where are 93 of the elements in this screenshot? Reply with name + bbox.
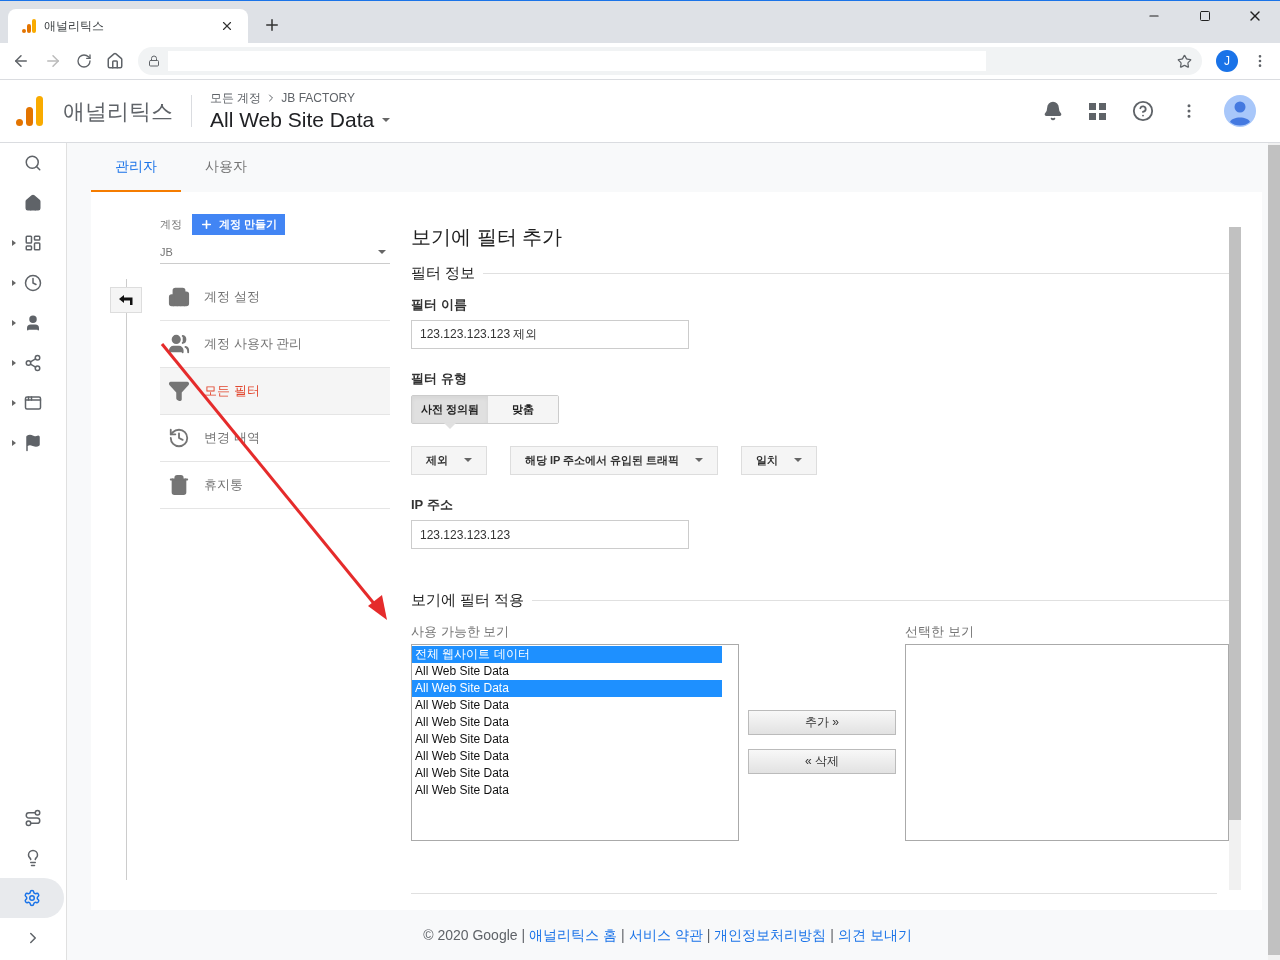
people-icon [168,333,190,355]
footer-link[interactable]: 개인정보처리방침 [714,924,827,946]
apps-grid-icon[interactable] [1089,102,1106,120]
expand-caret-icon[interactable] [12,400,16,406]
view-option[interactable]: All Web Site Data [412,748,722,765]
close-icon[interactable] [220,19,234,33]
dashboard-icon[interactable] [24,234,42,252]
maximize-icon[interactable] [1199,10,1211,22]
admin-tab[interactable]: 사용자 [181,143,271,192]
view-option[interactable]: All Web Site Data [412,765,722,782]
remove-button[interactable]: « 삭제 [748,748,896,774]
help-icon[interactable] [1132,100,1154,122]
field-label: IP 주소 [411,495,454,514]
view-option[interactable]: All Web Site Data [412,714,722,731]
route-icon[interactable] [24,809,42,827]
account-selector[interactable]: JB [160,241,390,264]
scrollbar-thumb[interactable] [1229,227,1241,820]
clock-icon[interactable] [24,274,42,292]
add-button[interactable]: 추가 » [748,709,896,735]
history-icon [168,427,190,449]
caret-icon [794,458,803,462]
view-option[interactable]: All Web Site Data [412,731,722,748]
product-name: 애널리틱스 [63,97,173,126]
filter-icon [168,380,190,402]
ip-address-field[interactable]: 123.123.123.123 [411,520,689,549]
person-icon[interactable] [24,314,42,332]
selection-pointer [444,422,457,429]
browser-tab[interactable]: 애널리틱스 [8,9,248,43]
separator-text: | [521,925,526,945]
separator-text: | [621,925,625,945]
field-label: 필터 이름 [411,295,468,314]
list-label: 사용 가능한 보기 [411,622,511,641]
footer-link[interactable]: 서비스 약관 [628,924,703,946]
scrollbar-thumb[interactable] [1268,145,1280,955]
view-selector[interactable]: All Web Site Data [210,107,391,133]
flag-icon[interactable] [24,434,42,452]
expand-caret-icon[interactable] [12,440,16,446]
footer-link[interactable]: 의견 보내기 [837,924,912,946]
view-option[interactable]: All Web Site Data [412,663,722,680]
caret-icon [464,458,472,462]
view-option[interactable]: All Web Site Data [412,697,722,714]
home-icon[interactable] [24,194,42,212]
caret-icon [378,250,386,254]
caret-icon [382,118,391,122]
branch-icon[interactable] [24,354,42,372]
analytics-logo-icon [16,96,43,126]
filter-type-toggle[interactable]: 맞춤 [488,395,559,423]
new-tab-icon[interactable] [263,16,281,34]
breadcrumb-link[interactable]: JB FACTORY [281,89,355,107]
form-title: 보기에 필터 추가 [411,225,564,250]
filter-type-toggle[interactable]: 사전 정의됨 [412,395,489,423]
separator-text: | [706,925,711,945]
tab-title: 애널리틱스 [44,18,105,35]
back-icon[interactable] [12,52,30,70]
settings-icon[interactable] [23,889,41,907]
caret-icon [695,458,704,462]
breadcrumb-link[interactable]: 모든 계정 [210,89,262,107]
account-label: 계정 [160,217,182,233]
home-icon[interactable] [106,52,124,70]
dropdown[interactable]: 일치 [741,445,818,475]
create-account-button[interactable]: 계정 만들기 [192,214,286,235]
expand-caret-icon[interactable] [12,240,16,246]
section-title: 필터 정보 [411,263,476,283]
account-avatar-icon[interactable] [1224,95,1256,127]
footer-link[interactable]: 애널리틱스 홈 [529,924,618,946]
lock-icon [148,55,160,67]
nav-item[interactable]: 휴지통 [160,462,390,509]
dropdown[interactable]: 제외 [411,445,487,475]
dropdown[interactable]: 해당 IP 주소에서 유입된 트래픽 [510,445,719,475]
filter-name-field[interactable]: 123.123.123.123 제외 [411,320,689,349]
trash-icon [168,474,190,496]
view-option[interactable]: All Web Site Data [412,782,722,799]
bookmark-star-icon[interactable] [1177,53,1192,69]
profile-avatar[interactable]: J [1216,50,1238,72]
reload-icon[interactable] [76,53,92,69]
section-title: 보기에 필터 적용 [411,590,525,610]
search-icon[interactable] [24,154,42,172]
list-label: 선택한 보기 [905,622,975,641]
available-views-list[interactable]: 전체 웹사이트 데이터 All Web Site Data All Web Site Data All Web Site Data All Web Site Data All Web Site Data All Web Site Data All Web Site Data All Web Site Data [411,644,739,841]
nav-item[interactable]: 계정 설정 [160,274,390,321]
expand-caret-icon[interactable] [12,320,16,326]
expand-caret-icon[interactable] [12,280,16,286]
nav-item[interactable]: 모든 필터 [160,368,390,415]
window-icon[interactable] [24,394,42,412]
copyright-text: © 2020 Google [423,925,518,945]
field-label: 필터 유형 [411,370,468,388]
back-arrow-icon [119,295,133,305]
analytics-logo-icon [22,19,36,33]
back-button[interactable] [110,287,142,313]
plus-icon [200,218,213,231]
notifications-icon[interactable] [1043,101,1063,121]
expand-caret-icon[interactable] [12,360,16,366]
separator-text: | [830,925,834,945]
